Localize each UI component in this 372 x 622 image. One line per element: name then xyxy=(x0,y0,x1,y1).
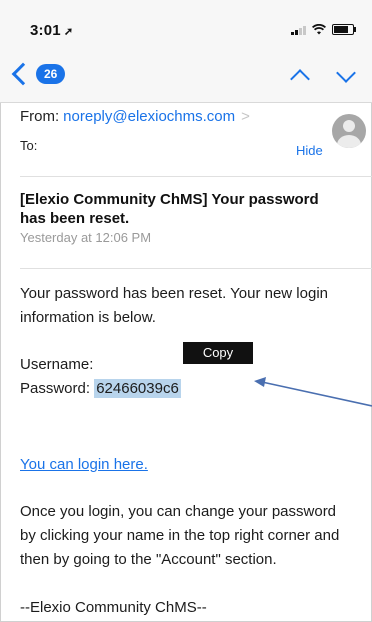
annotation-arrow-icon xyxy=(254,377,372,407)
